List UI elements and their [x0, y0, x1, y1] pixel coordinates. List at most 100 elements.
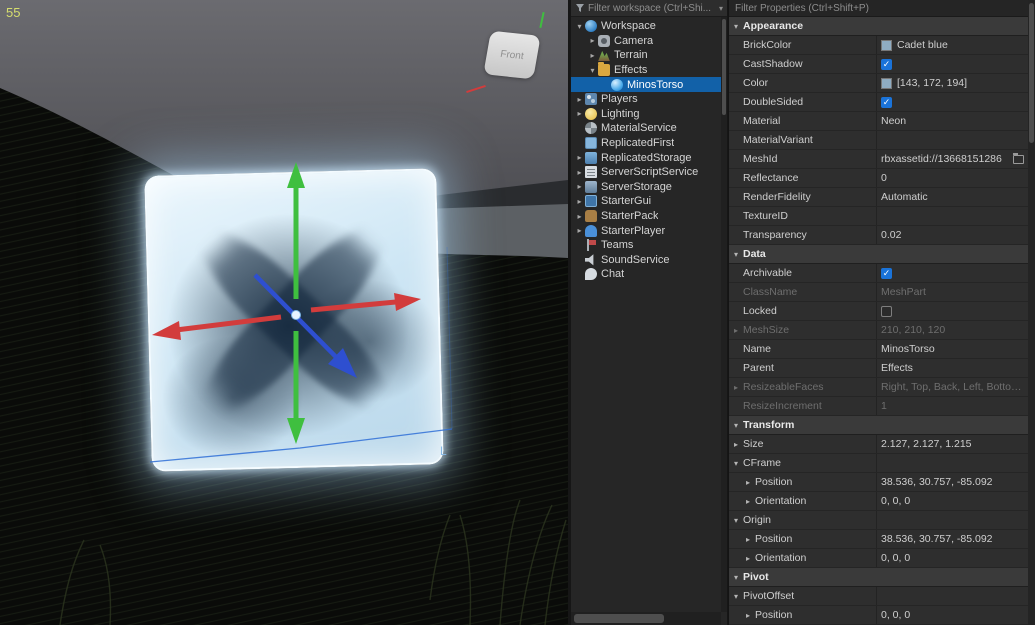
- tree-item-starterplayer[interactable]: ▸StarterPlayer: [571, 223, 727, 238]
- property-value-cell[interactable]: rbxassetid://13668151286: [877, 150, 1028, 168]
- properties-filter-input[interactable]: [735, 3, 1029, 14]
- property-value-cell[interactable]: [877, 587, 1028, 605]
- property-value-cell[interactable]: Automatic: [877, 188, 1028, 206]
- tree-item-serverstorage[interactable]: ▸ServerStorage: [571, 180, 727, 195]
- scrollbar-thumb[interactable]: [574, 614, 664, 623]
- property-value-cell[interactable]: [877, 454, 1028, 472]
- property-name: Locked: [743, 305, 777, 317]
- property-value-cell[interactable]: ✓: [877, 264, 1028, 282]
- expand-arrow[interactable]: ▾: [729, 459, 743, 468]
- tree-item-chat[interactable]: Chat: [571, 267, 727, 282]
- expand-arrow[interactable]: ▸: [741, 478, 755, 487]
- expand-arrow[interactable]: ▸: [741, 535, 755, 544]
- property-value-cell[interactable]: 0.02: [877, 226, 1028, 244]
- expand-arrow[interactable]: ▸: [741, 554, 755, 563]
- property-value-cell[interactable]: 1: [877, 397, 1028, 415]
- tree-item-teams[interactable]: Teams: [571, 238, 727, 253]
- property-value-cell[interactable]: MeshPart: [877, 283, 1028, 301]
- property-value-cell[interactable]: 210, 210, 120: [877, 321, 1028, 339]
- explorer-vertical-scrollbar[interactable]: [721, 17, 727, 612]
- expand-arrow[interactable]: ▸: [729, 326, 743, 335]
- viewport-3d[interactable]: 55 Front L: [0, 0, 568, 625]
- expand-arrow[interactable]: ▸: [587, 36, 598, 45]
- tree-item-startergui[interactable]: ▸StarterGui: [571, 194, 727, 209]
- property-value-cell[interactable]: Effects: [877, 359, 1028, 377]
- tree-item-minostorso[interactable]: MinosTorso: [571, 77, 727, 92]
- expand-arrow[interactable]: ▸: [587, 51, 598, 60]
- expand-arrow[interactable]: ▸: [574, 168, 585, 177]
- view-cube[interactable]: Front: [483, 31, 540, 80]
- expand-arrow[interactable]: ▾: [729, 516, 743, 525]
- property-value-cell[interactable]: 38.536, 30.757, -85.092: [877, 473, 1028, 491]
- tree-item-replicatedfirst[interactable]: ReplicatedFirst: [571, 136, 727, 151]
- section-transform[interactable]: ▾Transform: [729, 416, 1028, 435]
- property-name: Material: [743, 115, 780, 127]
- property-value-cell[interactable]: MinosTorso: [877, 340, 1028, 358]
- browse-file-icon[interactable]: [1013, 155, 1024, 164]
- expand-arrow[interactable]: ▸: [574, 197, 585, 206]
- tree-item-players[interactable]: ▸Players: [571, 92, 727, 107]
- property-value-cell[interactable]: ✓: [877, 93, 1028, 111]
- property-value-cell[interactable]: [877, 131, 1028, 149]
- tree-item-terrain[interactable]: ▸Terrain: [571, 48, 727, 63]
- section-appearance[interactable]: ▾Appearance: [729, 17, 1028, 36]
- expand-arrow[interactable]: ▸: [574, 226, 585, 235]
- tree-item-workspace[interactable]: ▾Workspace: [571, 19, 727, 34]
- expand-arrow[interactable]: ▸: [729, 383, 743, 392]
- section-pivot[interactable]: ▾Pivot: [729, 568, 1028, 587]
- section-data[interactable]: ▾Data: [729, 245, 1028, 264]
- property-row-archivable: Archivable✓: [729, 264, 1028, 283]
- chevron-down-icon[interactable]: ▾: [719, 4, 723, 13]
- expand-arrow[interactable]: ▾: [574, 22, 585, 31]
- property-value-cell[interactable]: ✓: [877, 55, 1028, 73]
- property-value-cell[interactable]: [143, 172, 194]: [877, 74, 1028, 92]
- expand-arrow[interactable]: ▾: [729, 592, 743, 601]
- tree-item-starterpack[interactable]: ▸ StarterPack: [571, 209, 727, 224]
- expand-arrow[interactable]: ▸: [729, 440, 743, 449]
- expand-arrow[interactable]: ▸: [574, 153, 585, 162]
- property-row-pivotoffset: ▾PivotOffset: [729, 587, 1028, 606]
- property-row-size: ▸Size2.127, 2.127, 1.215: [729, 435, 1028, 454]
- expand-arrow[interactable]: ▸: [574, 109, 585, 118]
- checkbox-locked[interactable]: [881, 306, 892, 317]
- tree-item-serverscriptservice[interactable]: ▸ServerScriptService: [571, 165, 727, 180]
- property-value-cell[interactable]: 0, 0, 0: [877, 549, 1028, 567]
- expand-arrow[interactable]: ▸: [574, 182, 585, 191]
- properties-scrollbar[interactable]: [1028, 0, 1035, 625]
- collapse-arrow[interactable]: ▾: [729, 421, 743, 430]
- tree-item-lighting[interactable]: ▸Lighting: [571, 107, 727, 122]
- tree-item-camera[interactable]: ▸Camera: [571, 34, 727, 49]
- checkbox-doublesided[interactable]: ✓: [881, 97, 892, 108]
- property-value-cell[interactable]: [877, 207, 1028, 225]
- collapse-arrow[interactable]: ▾: [729, 573, 743, 582]
- expand-arrow[interactable]: ▸: [574, 95, 585, 104]
- color-swatch[interactable]: [881, 40, 892, 51]
- checkbox-archivable[interactable]: ✓: [881, 268, 892, 279]
- tree-item-label: StarterPack: [601, 210, 658, 222]
- property-value-cell[interactable]: [877, 511, 1028, 529]
- selected-part-minostorso[interactable]: [144, 168, 444, 472]
- property-value-cell[interactable]: Neon: [877, 112, 1028, 130]
- property-value-cell[interactable]: 0, 0, 0: [877, 492, 1028, 510]
- tree-item-soundservice[interactable]: SoundService: [571, 253, 727, 268]
- color-swatch[interactable]: [881, 78, 892, 89]
- checkbox-castshadow[interactable]: ✓: [881, 59, 892, 70]
- property-value-cell[interactable]: 0, 0, 0: [877, 606, 1028, 624]
- property-value-cell[interactable]: 38.536, 30.757, -85.092: [877, 530, 1028, 548]
- property-value-cell[interactable]: [877, 302, 1028, 320]
- collapse-arrow[interactable]: ▾: [729, 250, 743, 259]
- tree-item-effects[interactable]: ▾Effects: [571, 63, 727, 78]
- explorer-filter-input[interactable]: [588, 3, 716, 14]
- property-value-cell[interactable]: 2.127, 2.127, 1.215: [877, 435, 1028, 453]
- expand-arrow[interactable]: ▸: [741, 611, 755, 620]
- tree-item-materialservice[interactable]: MaterialService: [571, 121, 727, 136]
- expand-arrow[interactable]: ▾: [587, 66, 598, 75]
- expand-arrow[interactable]: ▸: [574, 212, 585, 221]
- collapse-arrow[interactable]: ▾: [729, 22, 743, 31]
- explorer-horizontal-scrollbar[interactable]: [571, 612, 721, 625]
- expand-arrow[interactable]: ▸: [741, 497, 755, 506]
- property-value-cell[interactable]: Cadet blue: [877, 36, 1028, 54]
- property-value-cell[interactable]: 0: [877, 169, 1028, 187]
- property-value-cell[interactable]: Right, Top, Back, Left, Bottom, Fr...: [877, 378, 1028, 396]
- tree-item-replicatedstorage[interactable]: ▸ReplicatedStorage: [571, 150, 727, 165]
